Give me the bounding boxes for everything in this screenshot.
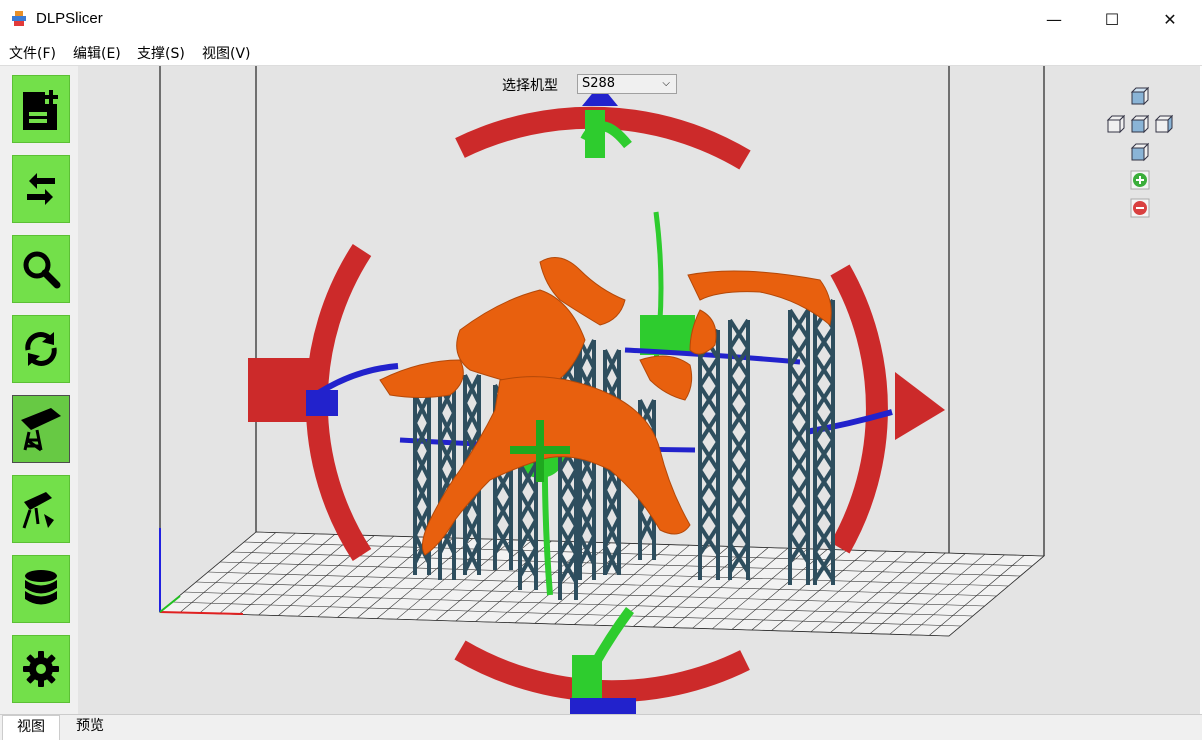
magnifier-icon [23,251,61,289]
support-auto-icon [22,492,54,529]
import-export-button[interactable] [12,155,70,223]
maximize-button[interactable]: ☐ [1083,0,1141,38]
scene-canvas[interactable] [78,66,1200,714]
refresh-icon [25,332,57,366]
view-front-cube-icon[interactable] [1129,114,1149,134]
menu-edit[interactable]: 编辑(E) [73,43,121,63]
rotate-button[interactable] [12,315,70,383]
menu-file[interactable]: 文件(F) [9,43,56,63]
file-add-icon [23,90,58,130]
zoom-out-icon[interactable] [1130,198,1150,218]
support-beam-icon [21,408,61,452]
window-title: DLPSlicer [36,10,103,27]
menu-bar: 文件(F) 编辑(E) 支撑(S) 视图(V) [0,38,1202,66]
zoom-in-icon[interactable] [1130,170,1150,190]
gear-icon [23,651,59,687]
layers-button[interactable] [12,555,70,623]
tab-preview[interactable]: 预览 [62,715,118,739]
machine-type-select[interactable]: S288 ⌵ [577,74,677,94]
title-bar: DLPSlicer — ☐ ✕ [0,0,1202,38]
view-left-cube-icon[interactable] [1105,114,1125,134]
tab-view[interactable]: 视图 [2,715,60,740]
view-tab-bar: 视图 预览 [0,714,1202,740]
minimize-button[interactable]: — [1025,0,1083,38]
menu-support[interactable]: 支撑(S) [137,43,185,63]
machine-type-label: 选择机型 [502,78,558,94]
view-top-cube-icon[interactable] [1129,86,1149,106]
tool-sidebar [0,66,78,714]
close-button[interactable]: ✕ [1141,0,1199,38]
zoom-button[interactable] [12,235,70,303]
view-bottom-cube-icon[interactable] [1129,142,1149,162]
app-logo-icon [12,11,26,26]
auto-support-button[interactable] [12,475,70,543]
settings-button[interactable] [12,635,70,703]
arrows-exchange-icon [27,173,55,205]
menu-view[interactable]: 视图(V) [202,43,251,63]
support-edit-button[interactable] [12,395,70,463]
machine-type-value: S288 [582,76,616,91]
database-layers-icon [25,570,57,605]
view-right-cube-icon[interactable] [1153,114,1173,134]
new-file-button[interactable] [12,75,70,143]
3d-viewport[interactable]: 选择机型 S288 ⌵ [78,66,1200,714]
chevron-down-icon: ⌵ [662,78,670,89]
